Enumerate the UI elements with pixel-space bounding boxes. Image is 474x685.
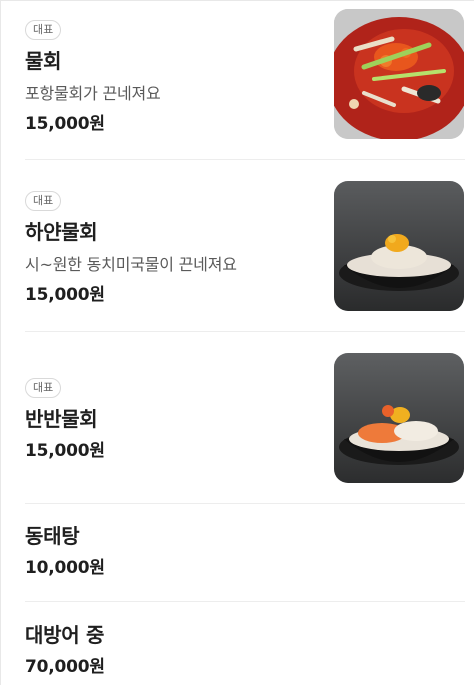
menu-list: 대표 물회 포항물회가 끈네져요 15,000원 대표 하얀물회 시~원한 동치… <box>0 0 474 685</box>
menu-item-photo-white-mulhoe[interactable] <box>334 181 464 311</box>
menu-item-dongtaetang[interactable]: 동태탕 10,000원 <box>25 523 465 579</box>
menu-item-name: 동태탕 <box>25 524 80 548</box>
item-divider <box>25 159 465 160</box>
menu-item-photo-banban-mulhoe[interactable] <box>334 353 464 483</box>
menu-item-yellowtail[interactable]: 대방어 중 70,000원 <box>25 622 465 678</box>
spicy-soup-image <box>334 9 464 139</box>
menu-item-price: 70,000원 <box>25 657 105 677</box>
menu-item-name: 대방어 중 <box>25 623 105 647</box>
item-divider <box>25 601 465 602</box>
item-divider <box>25 503 465 504</box>
menu-item-photo-mulhoe[interactable] <box>334 9 464 139</box>
signature-badge: 대표 <box>25 191 62 211</box>
half-half-soup-image <box>334 353 464 483</box>
item-divider <box>25 331 465 332</box>
menu-item-price: 10,000원 <box>25 558 105 578</box>
signature-badge: 대표 <box>25 20 62 40</box>
signature-badge: 대표 <box>25 378 62 398</box>
white-soup-image <box>334 181 464 311</box>
